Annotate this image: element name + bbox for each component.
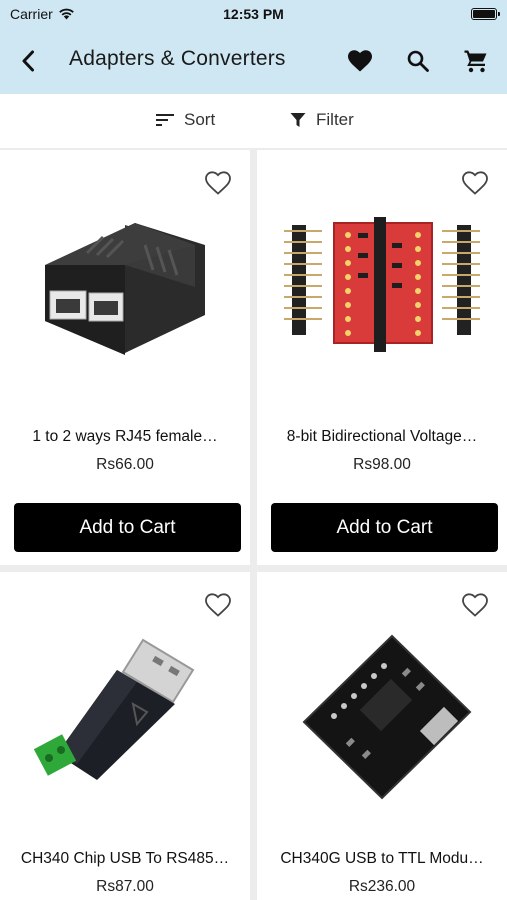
heart-icon <box>348 50 372 72</box>
product-image-usb-ttl-module[interactable] <box>282 612 482 812</box>
product-price: Rs98.00 <box>353 456 411 473</box>
product-name[interactable]: 1 to 2 ways RJ45 female… <box>8 428 242 446</box>
add-to-cart-button[interactable]: Add to Cart <box>271 503 498 552</box>
nav-bar: Adapters & Converters <box>0 28 507 94</box>
product-card[interactable]: 1 to 2 ways RJ45 female… Rs66.00 Add to … <box>0 150 250 565</box>
back-button[interactable] <box>12 45 44 77</box>
cart-button[interactable] <box>460 45 492 77</box>
product-image-rj45-splitter[interactable] <box>25 195 225 395</box>
heart-outline-icon[interactable] <box>204 170 232 196</box>
cart-icon <box>464 50 487 73</box>
product-price: Rs236.00 <box>348 878 416 895</box>
product-image-level-shifter-board[interactable] <box>282 195 482 395</box>
add-to-cart-button[interactable]: Add to Cart <box>14 503 241 552</box>
chevron-left-icon <box>22 50 34 72</box>
product-image-usb-rs485-dongle[interactable] <box>25 612 225 812</box>
product-card[interactable]: CH340G USB to TTL Modu… Rs236.00 <box>257 572 507 900</box>
sort-filter-bar: Sort Filter <box>0 94 507 148</box>
search-icon <box>407 50 429 72</box>
product-card[interactable]: 8-bit Bidirectional Voltage… Rs98.00 Add… <box>257 150 507 565</box>
product-name[interactable]: 8-bit Bidirectional Voltage… <box>265 428 499 446</box>
filter-icon <box>290 113 306 127</box>
battery-icon <box>471 8 500 20</box>
product-name[interactable]: CH340G USB to TTL Modu… <box>265 850 499 868</box>
sort-icon <box>156 114 174 126</box>
wishlist-button[interactable] <box>344 45 376 77</box>
product-card[interactable]: CH340 Chip USB To RS485… Rs87.00 <box>0 572 250 900</box>
status-time: 12:53 PM <box>223 6 284 22</box>
filter-label: Filter <box>316 110 354 129</box>
status-bar: Carrier 12:53 PM <box>0 0 507 28</box>
page-title: Adapters & Converters <box>69 47 286 70</box>
search-button[interactable] <box>402 45 434 77</box>
sort-button[interactable]: Sort <box>156 110 215 130</box>
sort-label: Sort <box>184 110 216 129</box>
product-price: Rs87.00 <box>96 878 154 895</box>
product-name[interactable]: CH340 Chip USB To RS485… <box>8 850 242 868</box>
heart-outline-icon[interactable] <box>461 170 489 196</box>
product-price: Rs66.00 <box>96 456 154 473</box>
filter-button[interactable]: Filter <box>290 110 354 130</box>
